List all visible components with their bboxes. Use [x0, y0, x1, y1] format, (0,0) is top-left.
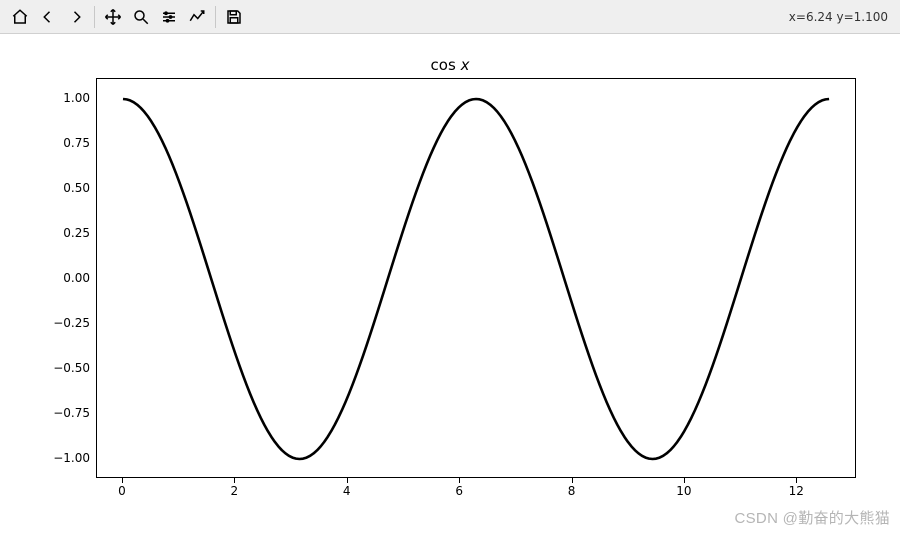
- ytick-label: 1.00: [30, 91, 90, 105]
- ytick-label: −0.75: [30, 406, 90, 420]
- watermark: CSDN @勤奋的大熊猫: [735, 507, 891, 528]
- xtick-label: 6: [455, 484, 463, 498]
- toolbar: x=6.24 y=1.100: [0, 0, 900, 34]
- ytick-label: 0.00: [30, 271, 90, 285]
- plot-frame[interactable]: [96, 78, 856, 478]
- xtick-label: 10: [676, 484, 691, 498]
- home-icon[interactable]: [6, 3, 34, 31]
- xtick-label: 4: [343, 484, 351, 498]
- toolbar-separator: [94, 6, 95, 28]
- ytick-label: −1.00: [30, 451, 90, 465]
- ytick-label: 0.25: [30, 226, 90, 240]
- xtick-label: 2: [231, 484, 239, 498]
- zoom-icon[interactable]: [127, 3, 155, 31]
- forward-icon[interactable]: [62, 3, 90, 31]
- xtick-label: 8: [568, 484, 576, 498]
- title-text: cos x: [431, 56, 470, 74]
- xtick-label: 12: [789, 484, 804, 498]
- customize-icon[interactable]: [183, 3, 211, 31]
- coord-readout: x=6.24 y=1.100: [789, 10, 894, 24]
- line-series: [97, 79, 857, 479]
- toolbar-separator: [215, 6, 216, 28]
- ytick-label: 0.50: [30, 181, 90, 195]
- pan-icon[interactable]: [99, 3, 127, 31]
- ytick-label: −0.50: [30, 361, 90, 375]
- plot-title: cos x: [0, 56, 900, 74]
- ytick-label: −0.25: [30, 316, 90, 330]
- back-icon[interactable]: [34, 3, 62, 31]
- subplots-icon[interactable]: [155, 3, 183, 31]
- ytick-label: 0.75: [30, 136, 90, 150]
- save-icon[interactable]: [220, 3, 248, 31]
- figure: cos x −1.00 −0.75 −0.50 −0.25 0.00 0.25 0.50 0.…: [0, 34, 900, 534]
- xtick-label: 0: [118, 484, 126, 498]
